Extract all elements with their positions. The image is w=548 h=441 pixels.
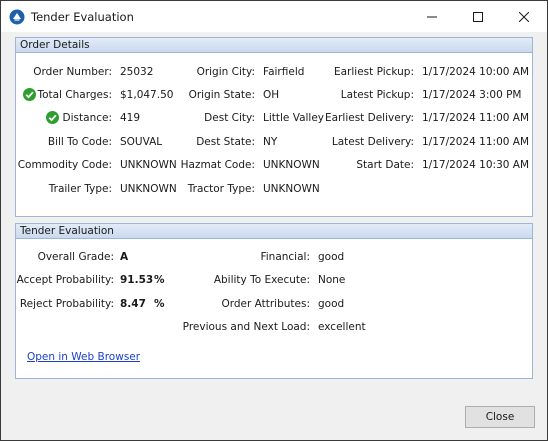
- close-button[interactable]: Close: [465, 406, 535, 428]
- open-in-web-browser-link[interactable]: Open in Web Browser: [27, 351, 140, 363]
- ability-to-execute-value: None: [318, 274, 346, 286]
- tractor-type-label: Tractor Type:: [187, 183, 255, 195]
- financial-value: good: [318, 251, 345, 263]
- tender-evaluation-group: Tender Evaluation Overall Grade: A Accep…: [15, 223, 533, 379]
- accept-probability-value: 91.53: [120, 274, 154, 286]
- hazmat-code-label: Hazmat Code:: [180, 159, 255, 171]
- origin-city-label: Origin City:: [196, 66, 255, 78]
- dest-city-label: Dest City:: [204, 112, 255, 124]
- order-number-label: Order Number:: [33, 66, 112, 78]
- commodity-code-label: Commodity Code:: [17, 159, 112, 171]
- reject-probability-value: 8.47: [120, 298, 146, 310]
- origin-city-value: Fairfield: [263, 66, 305, 78]
- reject-probability-unit: %: [154, 298, 165, 310]
- hazmat-code-value: UNKNOWN: [263, 159, 320, 171]
- earliest-delivery-value: 1/17/2024 11:00 AM: [422, 112, 530, 124]
- latest-delivery-value: 1/17/2024 11:00 AM: [422, 136, 530, 148]
- dialog-body: Order Details Order Number: 25032 Total …: [1, 32, 547, 440]
- app-icon: [9, 9, 25, 25]
- check-icon: [46, 111, 59, 124]
- total-charges-label: Total Charges:: [37, 89, 112, 101]
- order-details-header: Order Details: [16, 38, 532, 53]
- tender-evaluation-header: Tender Evaluation: [16, 224, 532, 239]
- total-charges-value: $1,047.50: [120, 89, 174, 101]
- close-window-button[interactable]: [501, 1, 547, 32]
- dest-state-label: Dest State:: [196, 136, 255, 148]
- minimize-icon: [427, 16, 437, 17]
- order-number-value: 25032: [120, 66, 154, 78]
- origin-state-value: OH: [263, 89, 280, 101]
- trailer-type-value: UNKNOWN: [120, 183, 177, 195]
- maximize-button[interactable]: [455, 1, 501, 32]
- earliest-pickup-label: Earliest Pickup:: [333, 66, 414, 78]
- previous-next-load-value: excellent: [318, 321, 366, 333]
- ability-to-execute-label: Ability To Execute:: [213, 274, 310, 286]
- latest-delivery-label: Latest Delivery:: [331, 136, 414, 148]
- financial-label: Financial:: [260, 251, 310, 263]
- order-attributes-value: good: [318, 298, 345, 310]
- earliest-pickup-value: 1/17/2024 10:00 AM: [422, 66, 530, 78]
- earliest-delivery-label: Earliest Delivery:: [325, 112, 414, 124]
- commodity-code-value: UNKNOWN: [120, 159, 177, 171]
- dest-city-value: Little Valley: [263, 112, 325, 124]
- accept-probability-label: Accept Probability:: [16, 274, 114, 286]
- minimize-button[interactable]: [409, 1, 455, 32]
- latest-pickup-label: Latest Pickup:: [340, 89, 414, 101]
- overall-grade-label: Overall Grade:: [37, 251, 114, 263]
- distance-label: Distance:: [62, 112, 112, 124]
- trailer-type-label: Trailer Type:: [48, 183, 112, 195]
- accept-probability-unit: %: [154, 274, 165, 286]
- bill-to-code-value: SOUVAL: [120, 136, 163, 148]
- order-details-group: Order Details Order Number: 25032 Total …: [15, 37, 533, 217]
- overall-grade-value: A: [120, 251, 129, 263]
- window-title: Tender Evaluation: [31, 10, 134, 24]
- start-date-value: 1/17/2024 10:30 AM: [422, 159, 530, 171]
- dest-state-value: NY: [263, 136, 278, 148]
- distance-value: 419: [120, 112, 141, 124]
- reject-probability-label: Reject Probability:: [19, 298, 114, 310]
- check-icon: [23, 88, 36, 101]
- tractor-type-value: UNKNOWN: [263, 183, 320, 195]
- title-bar[interactable]: Tender Evaluation: [1, 1, 547, 32]
- start-date-label: Start Date:: [356, 159, 414, 171]
- previous-next-load-label: Previous and Next Load:: [182, 321, 310, 333]
- bill-to-code-label: Bill To Code:: [47, 136, 112, 148]
- origin-state-label: Origin State:: [188, 89, 255, 101]
- maximize-icon: [473, 11, 483, 22]
- tender-evaluation-window: Tender Evaluation Order Details Order Nu…: [0, 0, 548, 441]
- close-icon: [519, 11, 529, 22]
- order-attributes-label: Order Attributes:: [221, 298, 310, 310]
- latest-pickup-value: 1/17/2024 3:00 PM: [422, 89, 522, 101]
